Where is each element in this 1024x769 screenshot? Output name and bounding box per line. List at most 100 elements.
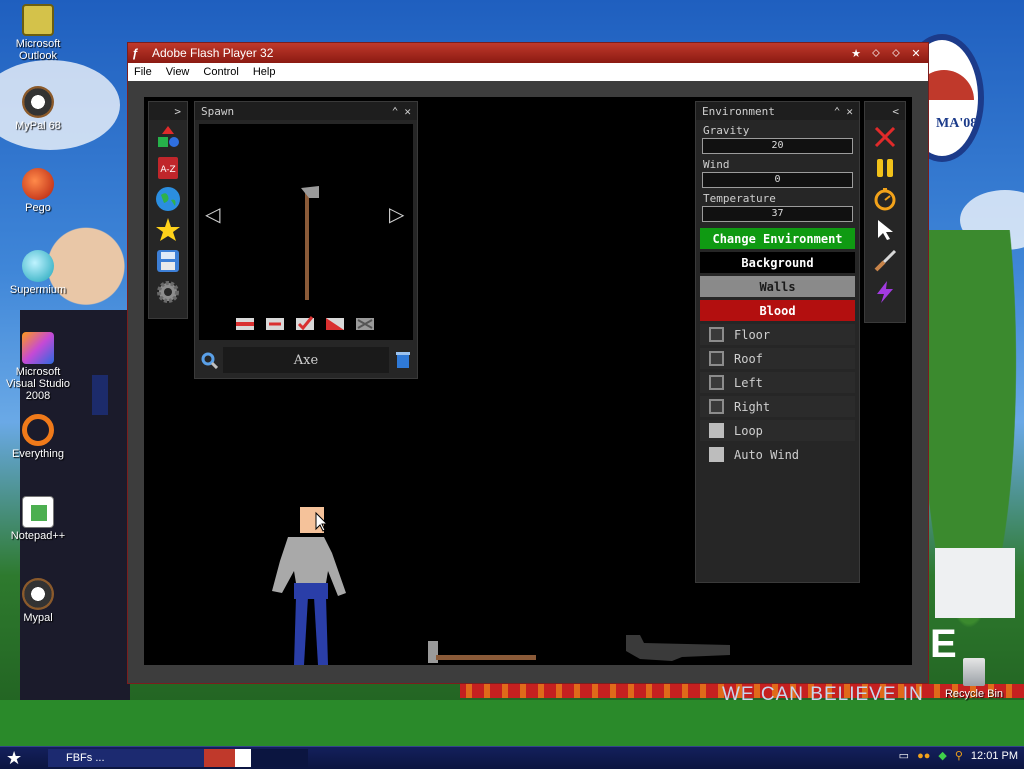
rotate-icon[interactable] — [265, 316, 285, 332]
desktop-icon-visual-studio[interactable]: Microsoft Visual Studio 2008 — [0, 332, 76, 402]
spawn-panel-header: Spawn ⌃ ✕ — [195, 102, 417, 120]
block-icon[interactable] — [355, 316, 375, 332]
globe-button[interactable] — [154, 185, 182, 213]
wallpaper-tie — [92, 375, 108, 415]
volume-icon[interactable]: ◆ — [938, 749, 946, 762]
blood-button[interactable]: Blood — [700, 300, 855, 321]
spawn-search-bar: Axe — [199, 346, 413, 374]
background-button[interactable]: Background — [700, 252, 855, 273]
taskbar-item[interactable]: FBFs ... — [48, 749, 308, 767]
maximize-button[interactable]: ⬦ — [888, 46, 904, 60]
menu-file[interactable]: File — [134, 66, 152, 78]
close-button[interactable]: ✕ — [908, 46, 924, 60]
desktop-icon-label: MyPal 68 — [15, 120, 61, 132]
desktop-icon-outlook[interactable]: Microsoft Outlook — [0, 4, 76, 62]
knife-tool-button[interactable] — [871, 247, 899, 275]
frozen-icon[interactable] — [325, 316, 345, 332]
network-icon[interactable]: ●● — [917, 750, 930, 762]
desktop-icon-label: Mypal — [23, 612, 53, 624]
menu-help[interactable]: Help — [253, 66, 276, 78]
slow-motion-button[interactable] — [871, 185, 899, 213]
save-button[interactable] — [154, 247, 182, 275]
close-panel-button[interactable]: ✕ — [846, 105, 853, 118]
wind-label: Wind — [703, 158, 730, 171]
close-x-icon — [874, 126, 896, 148]
close-panel-button[interactable]: ✕ — [404, 105, 411, 118]
desktop-icon-everything[interactable]: Everything — [0, 414, 76, 460]
temperature-input[interactable]: 37 — [702, 206, 853, 222]
gravity-label: Gravity — [703, 124, 750, 137]
collapse-toggle[interactable]: > — [174, 105, 181, 118]
clear-all-button[interactable] — [871, 123, 899, 151]
minimize-button[interactable]: ⬦ — [868, 46, 884, 60]
game-stage[interactable]: > A-Z Spawn ⌃ ✕ ◁ ▷ Axe Environment ⌃ ✕ … — [144, 97, 912, 665]
gravity-input[interactable]: 20 — [702, 138, 853, 154]
right-checkbox[interactable]: Right — [700, 396, 855, 417]
menu-view[interactable]: View — [166, 66, 190, 78]
desktop-icon-mypal[interactable]: Mypal — [0, 578, 76, 624]
checkbox-box — [709, 447, 724, 462]
checkbox-label: Roof — [734, 351, 763, 366]
minimize-panel-button[interactable]: ⌃ — [392, 105, 399, 118]
pause-button[interactable] — [871, 154, 899, 182]
environment-panel: Environment ⌃ ✕ Gravity 20 Wind 0 Temper… — [695, 101, 860, 583]
notepadpp-icon — [22, 496, 54, 528]
ragdoll-person[interactable] — [266, 501, 356, 665]
desktop-icon-notepadpp[interactable]: Notepad++ — [0, 496, 76, 542]
spawn-preview: ◁ ▷ — [199, 124, 413, 340]
knife-icon — [874, 249, 897, 272]
loop-checkbox[interactable]: Loop — [700, 420, 855, 441]
a-z-button[interactable]: A-Z — [154, 154, 182, 182]
badge-text: MA'08 — [936, 116, 978, 131]
lightning-tool-button[interactable] — [871, 278, 899, 306]
walls-button[interactable]: Walls — [700, 276, 855, 297]
floor-checkbox[interactable]: Floor — [700, 324, 855, 345]
desktop-icon-recycle-bin[interactable]: Recycle Bin — [936, 658, 1012, 700]
dark-gun-object[interactable] — [622, 631, 734, 665]
desktop-icon-label: Microsoft Outlook — [15, 38, 61, 62]
desktop-icon-label: Notepad++ — [10, 530, 66, 542]
desktop-icon-supermium[interactable]: Supermium — [0, 250, 76, 296]
recycle-icon[interactable] — [393, 350, 413, 370]
settings-button[interactable] — [154, 278, 182, 306]
desktop-icon-label: Microsoft Visual Studio 2008 — [5, 366, 70, 402]
outlook-icon — [22, 4, 54, 36]
change-environment-button[interactable]: Change Environment — [700, 228, 855, 249]
search-icon[interactable] — [199, 350, 219, 370]
desktop-icon-label: Supermium — [9, 284, 67, 296]
pointer-tool-button[interactable] — [871, 216, 899, 244]
roof-checkbox[interactable]: Roof — [700, 348, 855, 369]
menu-control[interactable]: Control — [203, 66, 238, 78]
star-icon — [156, 218, 180, 241]
minimize-panel-button[interactable]: ⌃ — [834, 105, 841, 118]
menu-bar: File View Control Help — [128, 63, 928, 82]
gear-icon — [157, 281, 179, 303]
check-icon[interactable] — [295, 316, 315, 332]
clock[interactable]: 12:01 PM — [971, 750, 1018, 762]
desktop-icon-mypal68[interactable]: MyPal 68 — [0, 86, 76, 132]
wind-input[interactable]: 0 — [702, 172, 853, 188]
search-icon[interactable]: ⚲ — [955, 749, 963, 762]
flip-icon[interactable] — [235, 316, 255, 332]
keyboard-icon[interactable]: ▭ — [899, 749, 909, 762]
auto-wind-checkbox[interactable]: Auto Wind — [700, 444, 855, 465]
desktop-icon-pego[interactable]: Pego — [0, 168, 76, 214]
right-toolbar: < — [864, 101, 906, 323]
window-titlebar[interactable]: ƒ Adobe Flash Player 32 ★ ⬦ ⬦ ✕ — [128, 43, 928, 63]
shapes-button[interactable] — [154, 123, 182, 151]
checkbox-box — [709, 327, 724, 342]
collapse-toggle[interactable]: < — [892, 105, 899, 118]
next-item-button[interactable]: ▷ — [389, 202, 404, 226]
pego-icon — [22, 168, 54, 200]
right-toolbar-header: < — [865, 102, 905, 120]
checkbox-box — [709, 423, 724, 438]
wallpaper-slogan: WE CAN BELIEVE IN — [722, 684, 924, 705]
supermium-icon — [22, 250, 54, 282]
star-button[interactable] — [154, 216, 182, 244]
pin-star-icon[interactable]: ★ — [848, 46, 864, 60]
previous-item-button[interactable]: ◁ — [205, 202, 220, 226]
left-checkbox[interactable]: Left — [700, 372, 855, 393]
flash-logo-icon: ƒ — [132, 46, 139, 60]
start-button[interactable]: ★ — [6, 748, 22, 769]
axe-object[interactable] — [426, 637, 546, 665]
